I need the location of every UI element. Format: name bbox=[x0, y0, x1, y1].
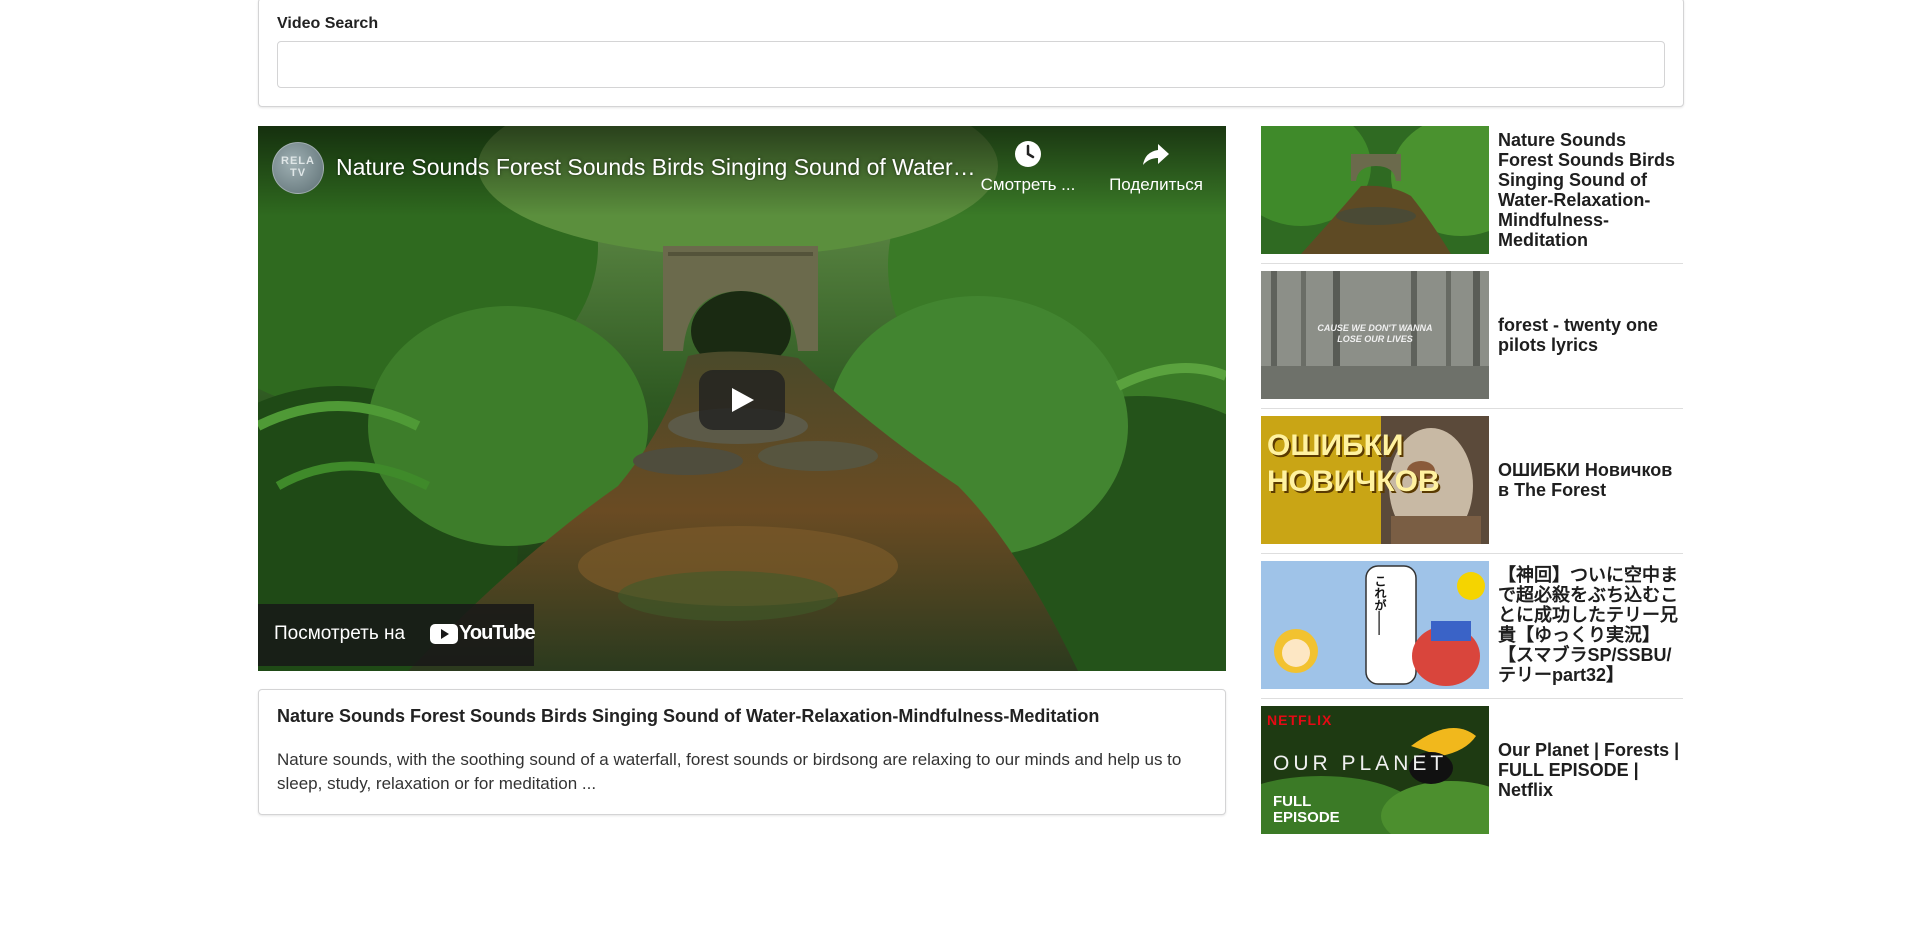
search-label: Video Search bbox=[277, 15, 379, 32]
watch-on-label: Посмотреть на bbox=[274, 623, 406, 644]
player-title[interactable]: Nature Sounds Forest Sounds Birds Singin… bbox=[336, 154, 976, 181]
video-thumbnail: NETFLIX OUR PLANET FULL EPISODE bbox=[1261, 706, 1489, 834]
video-list-item-title: forest - twenty one pilots lyrics bbox=[1498, 315, 1659, 355]
video-list-item-title: Nature Sounds Forest Sounds Birds Singin… bbox=[1498, 130, 1676, 250]
watch-later-label: Смотреть ... bbox=[980, 175, 1076, 194]
search-input[interactable] bbox=[277, 41, 1665, 88]
video-list-item[interactable]: NETFLIX OUR PLANET FULL EPISODE Our Plan… bbox=[1261, 706, 1683, 843]
watch-later-button[interactable]: Смотреть ... bbox=[973, 140, 1083, 195]
share-icon bbox=[1143, 144, 1169, 165]
thumbnail-caption: これが―― bbox=[1373, 575, 1387, 635]
video-list-item-title: Our Planet | Forests | FULL EPISODE | Ne… bbox=[1498, 740, 1680, 800]
video-detail-title: Nature Sounds Forest Sounds Birds Singin… bbox=[277, 706, 1100, 726]
video-list-item[interactable]: これが―― 【神回】ついに空中まで超必殺をぶち込むことに成功したテリー兄貴【ゆっ… bbox=[1261, 561, 1683, 699]
video-list-item-title: 【神回】ついに空中まで超必殺をぶち込むことに成功したテリー兄貴【ゆっくり実況】【… bbox=[1498, 565, 1679, 685]
search-segment: Video Search bbox=[258, 0, 1684, 107]
thumbnail-caption: CAUSE WE DON'T WANNA LOSE OUR LIVES bbox=[1317, 323, 1433, 344]
video-detail-card: Nature Sounds Forest Sounds Birds Singin… bbox=[258, 689, 1226, 815]
share-label: Поделиться bbox=[1109, 175, 1203, 194]
channel-initials: RELA TV bbox=[281, 155, 315, 179]
video-list-item-title: ОШИБКИ Новичков в The Forest bbox=[1498, 460, 1673, 500]
video-list-item[interactable]: CAUSE WE DON'T WANNA LOSE OUR LIVES fore… bbox=[1261, 271, 1683, 409]
video-thumbnail: ОШИБКИ НОВИЧКОВ bbox=[1261, 416, 1489, 544]
thumbnail-caption: ОШИБКИ НОВИЧКОВ bbox=[1267, 429, 1440, 498]
video-list-item[interactable]: ОШИБКИ НОВИЧКОВ ОШИБКИ Новичков в The Fo… bbox=[1261, 416, 1683, 554]
youtube-logo-icon bbox=[430, 624, 458, 644]
channel-avatar[interactable]: RELA TV bbox=[272, 142, 324, 194]
thumbnail-badge: FULL EPISODE bbox=[1273, 793, 1340, 826]
video-detail-description: Nature sounds, with the soothing sound o… bbox=[277, 750, 1182, 793]
thumbnail-caption: OUR PLANET bbox=[1273, 752, 1448, 775]
play-button[interactable] bbox=[699, 370, 785, 430]
play-icon bbox=[732, 388, 754, 412]
video-player[interactable]: RELA TV Nature Sounds Forest Sounds Bird… bbox=[258, 126, 1226, 671]
clock-icon bbox=[1015, 141, 1041, 167]
video-thumbnail bbox=[1261, 126, 1489, 254]
video-list-item[interactable]: Nature Sounds Forest Sounds Birds Singin… bbox=[1261, 126, 1683, 264]
youtube-wordmark: YouTube bbox=[459, 622, 536, 644]
watch-on-youtube-button[interactable]: Посмотреть на YouTube bbox=[258, 604, 536, 666]
thumbnail-netflix-logo: NETFLIX bbox=[1267, 712, 1333, 728]
share-button[interactable]: Поделиться bbox=[1096, 140, 1216, 195]
video-thumbnail: これが―― bbox=[1261, 561, 1489, 689]
video-thumbnail: CAUSE WE DON'T WANNA LOSE OUR LIVES bbox=[1261, 271, 1489, 399]
